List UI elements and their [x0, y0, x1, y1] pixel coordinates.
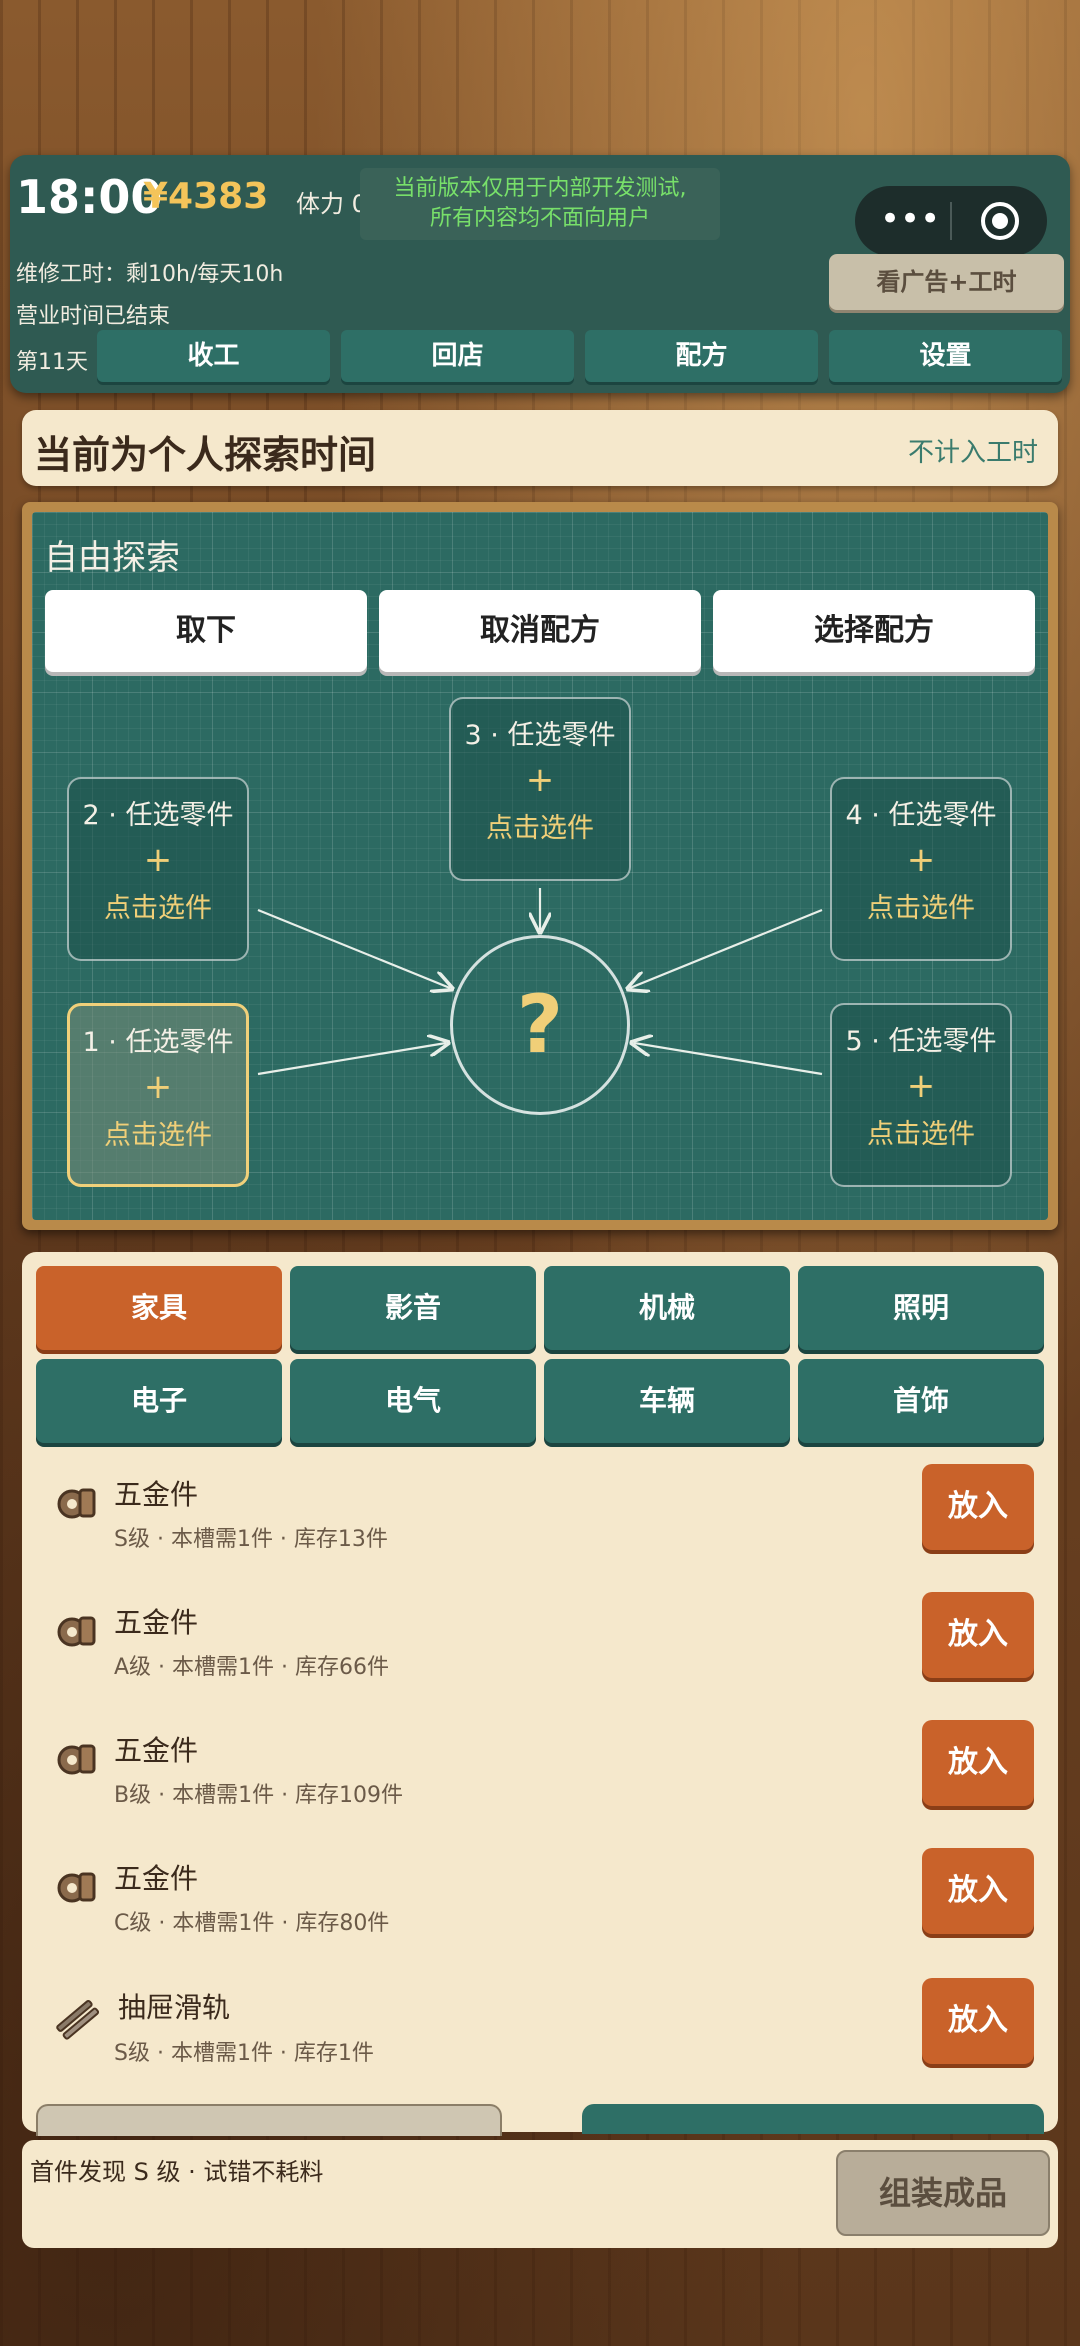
item-name: 抽屉滑轨	[118, 1991, 231, 2024]
discovery-hint: 首件发现 S 级 · 试错不耗料	[30, 2158, 324, 2186]
slot-label: 4 · 任选零件	[845, 800, 997, 831]
part-slot-4[interactable]: 4 · 任选零件 + 点击选件	[830, 777, 1012, 961]
item-meta: S级 · 本槽需1件 · 库存1件	[114, 2041, 374, 2066]
category-tab-mechanical[interactable]: 机械	[544, 1266, 790, 1350]
category-tab-furniture[interactable]: 家具	[36, 1266, 282, 1350]
assemble-button[interactable]: 组装成品	[836, 2150, 1050, 2236]
category-tab-vehicle[interactable]: 车辆	[544, 1359, 790, 1443]
slot-tap-hint: 点击选件	[867, 1119, 975, 1150]
slot-label: 3 · 任选零件	[464, 720, 616, 751]
partial-button-right[interactable]	[582, 2104, 1044, 2134]
put-in-button[interactable]: 放入	[922, 1720, 1034, 1806]
plus-icon: +	[143, 1067, 173, 1107]
slot-label: 2 · 任选零件	[82, 800, 234, 831]
plus-icon: +	[525, 760, 555, 800]
put-in-button[interactable]: 放入	[922, 1848, 1034, 1934]
partial-button-left[interactable]	[36, 2104, 502, 2136]
put-in-button[interactable]: 放入	[922, 1978, 1034, 2064]
slot-tap-hint: 点击选件	[486, 813, 594, 844]
item-name: 五金件	[114, 1606, 199, 1639]
slot-label: 5 · 任选零件	[845, 1026, 997, 1057]
hardware-icon	[50, 1862, 104, 1916]
hardware-icon	[50, 1478, 104, 1532]
category-tab-av[interactable]: 影音	[290, 1266, 536, 1350]
category-tab-lighting[interactable]: 照明	[798, 1266, 1044, 1350]
put-in-button[interactable]: 放入	[922, 1464, 1034, 1550]
item-meta: C级 · 本槽需1件 · 库存80件	[114, 1911, 390, 1936]
plus-icon: +	[906, 1066, 936, 1106]
plus-icon: +	[906, 840, 936, 880]
part-slot-1[interactable]: 1 · 任选零件 + 点击选件	[67, 1003, 249, 1187]
slot-tap-hint: 点击选件	[104, 1120, 212, 1151]
part-slot-5[interactable]: 5 · 任选零件 + 点击选件	[830, 1003, 1012, 1187]
slot-tap-hint: 点击选件	[104, 893, 212, 924]
hardware-icon	[50, 1606, 104, 1660]
item-name: 五金件	[114, 1734, 199, 1767]
part-slot-3[interactable]: 3 · 任选零件 + 点击选件	[449, 697, 631, 881]
slot-label: 1 · 任选零件	[82, 1027, 234, 1058]
plus-icon: +	[143, 840, 173, 880]
item-meta: B级 · 本槽需1件 · 库存109件	[114, 1783, 404, 1808]
slot-tap-hint: 点击选件	[867, 893, 975, 924]
category-tab-electronics[interactable]: 电子	[36, 1359, 282, 1443]
hardware-icon	[50, 1734, 104, 1788]
drawer-slide-icon	[50, 1992, 104, 2046]
category-tab-jewelry[interactable]: 首饰	[798, 1359, 1044, 1443]
category-tab-electrical[interactable]: 电气	[290, 1359, 536, 1443]
result-question-icon: ?	[450, 935, 630, 1115]
item-name: 五金件	[114, 1862, 199, 1895]
put-in-button[interactable]: 放入	[922, 1592, 1034, 1678]
item-meta: S级 · 本槽需1件 · 库存13件	[114, 1527, 388, 1552]
part-slot-2[interactable]: 2 · 任选零件 + 点击选件	[67, 777, 249, 961]
item-meta: A级 · 本槽需1件 · 库存66件	[114, 1655, 390, 1680]
item-name: 五金件	[114, 1478, 199, 1511]
